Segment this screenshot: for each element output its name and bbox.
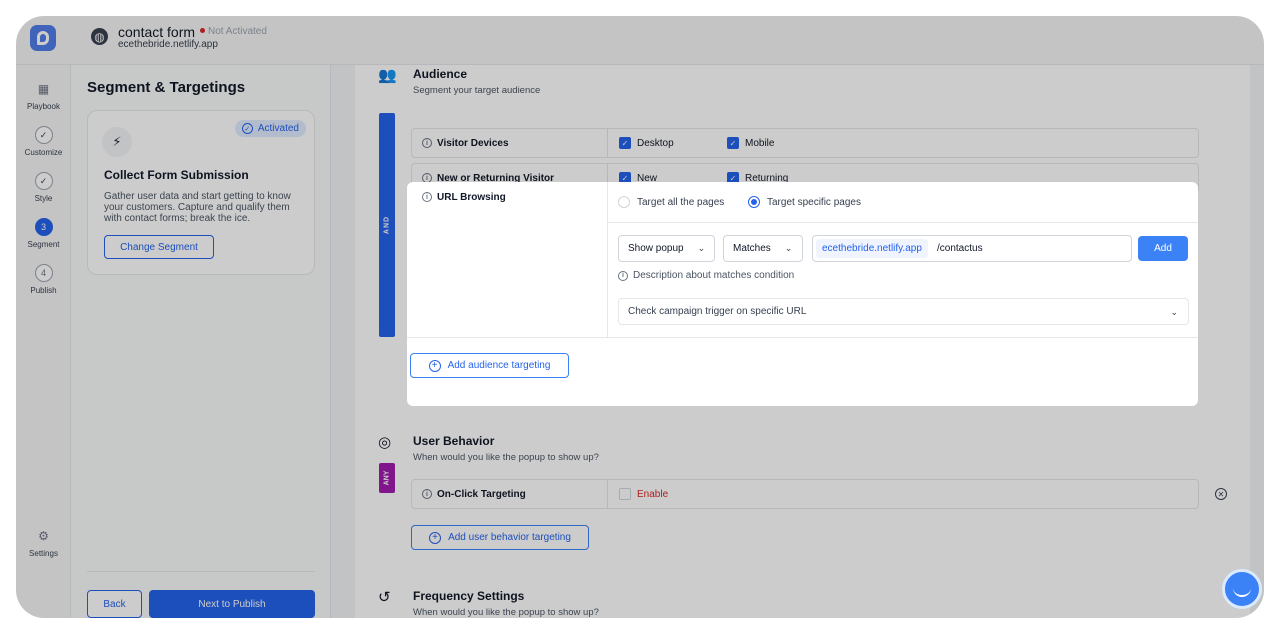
change-segment-button[interactable]: Change Segment: [104, 235, 214, 259]
divider: [87, 571, 315, 572]
checkbox-checked-icon: ✓: [619, 137, 631, 149]
matches-description: i Description about matches condition: [618, 270, 794, 281]
nav-customize[interactable]: ✓ Customize: [16, 126, 71, 157]
mobile-checkbox[interactable]: ✓ Mobile: [727, 129, 774, 157]
plus-circle-icon: +: [429, 531, 442, 544]
nav-label: Customize: [24, 148, 63, 157]
chevron-down-icon: ⌄: [784, 243, 793, 253]
trigger-select[interactable]: Check campaign trigger on specific URL ⌄: [618, 298, 1189, 325]
nav-segment[interactable]: 3 Segment: [16, 218, 71, 249]
audience-subtitle: Segment your target audience: [413, 85, 541, 96]
target-all-radio[interactable]: Target all the pages: [618, 196, 724, 208]
add-behavior-button[interactable]: + Add user behavior targeting: [411, 525, 589, 550]
plus-circle-icon: +: [428, 359, 441, 372]
chevron-down-icon: ⌄: [697, 243, 706, 253]
url-path: /contactus: [937, 243, 983, 254]
add-url-button[interactable]: Add: [1138, 236, 1188, 261]
panel-title: Segment & Targetings: [87, 79, 246, 96]
nav-label: Segment: [27, 240, 60, 249]
info-icon: i: [422, 138, 432, 148]
nav-settings[interactable]: ⚙ Settings: [16, 527, 71, 558]
side-nav: ▦ Playbook ✓ Customize ✓ Style 3 Segment…: [16, 65, 71, 618]
smile-icon: [1233, 588, 1251, 597]
campaign-status: Not Activated: [208, 26, 267, 37]
behavior-title: User Behavior: [413, 434, 495, 448]
campaign-title: contact form: [118, 24, 196, 40]
top-bar: ◍ contact form Not Activated ecethebride…: [16, 16, 1264, 65]
nav-label: Style: [34, 194, 53, 203]
audience-title: Audience: [413, 67, 468, 81]
chat-widget-button[interactable]: [1222, 569, 1262, 609]
nav-label: Settings: [29, 549, 58, 558]
gutter: [331, 65, 355, 618]
nav-style[interactable]: ✓ Style: [16, 172, 71, 203]
segment-title: Collect Form Submission: [104, 168, 249, 182]
check-icon: ✓: [34, 172, 53, 190]
audience-icon: 👥: [378, 67, 397, 84]
info-icon: i: [422, 192, 432, 202]
segment-description: Gather user data and start getting to kn…: [104, 191, 291, 224]
any-operator[interactable]: ANY: [379, 463, 395, 493]
step-number: 3: [34, 218, 53, 236]
site-url: ecethebride.netlify.app: [118, 39, 218, 50]
scrollbar[interactable]: [1250, 65, 1264, 618]
enable-checkbox[interactable]: Enable: [619, 480, 668, 508]
globe-icon: ◍: [91, 28, 108, 45]
add-audience-button[interactable]: + Add audience targeting: [410, 353, 569, 378]
url-input[interactable]: ecethebride.netlify.app /contactus: [812, 235, 1132, 262]
status-dot-icon: [200, 28, 205, 33]
frequency-title: Frequency Settings: [413, 589, 525, 603]
action-select[interactable]: Show popup ⌄: [618, 235, 715, 262]
checkbox-checked-icon: ✓: [727, 137, 739, 149]
lightning-icon: ⚡: [102, 127, 132, 157]
radio-selected-icon: [748, 196, 760, 208]
app-logo[interactable]: [30, 25, 56, 51]
url-prefix: ecethebride.netlify.app: [816, 239, 928, 258]
checkbox-empty-icon: [619, 488, 631, 500]
target-specific-radio[interactable]: Target specific pages: [748, 196, 861, 208]
chevron-down-icon: ⌄: [1170, 307, 1178, 317]
history-icon: ↺: [378, 589, 391, 606]
condition-select[interactable]: Matches ⌄: [723, 235, 803, 262]
segment-panel: Segment & Targetings ⚡ ✓ Activated Colle…: [71, 65, 331, 618]
cursor-click-icon: ◎: [378, 434, 392, 451]
step-number: 4: [34, 264, 53, 282]
grid-icon: ▦: [37, 82, 50, 96]
nav-label: Publish: [30, 286, 57, 295]
remove-icon[interactable]: ✕: [1215, 488, 1227, 500]
visitor-devices-row: i Visitor Devices ✓ Desktop ✓ Mobile: [411, 128, 1199, 158]
info-icon: i: [422, 489, 432, 499]
activated-badge: ✓ Activated: [234, 120, 306, 137]
nav-playbook[interactable]: ▦ Playbook: [16, 80, 71, 111]
check-circle-icon: ✓: [241, 123, 253, 134]
nav-publish[interactable]: 4 Publish: [16, 264, 71, 295]
segment-card: ⚡ ✓ Activated Collect Form Submission Ga…: [87, 110, 315, 275]
badge-label: Activated: [257, 123, 299, 134]
and-operator[interactable]: AND: [379, 113, 395, 337]
row-label: URL Browsing: [437, 192, 506, 203]
row-label: On-Click Targeting: [437, 488, 526, 500]
row-label: Visitor Devices: [437, 137, 509, 149]
next-to-publish-button[interactable]: Next to Publish: [149, 590, 315, 618]
gear-icon: ⚙: [38, 529, 49, 543]
back-button[interactable]: Back: [87, 590, 142, 618]
url-browsing-card: i URL Browsing Target all the pages Targ…: [407, 182, 1198, 406]
behavior-subtitle: When would you like the popup to show up…: [413, 452, 599, 463]
info-icon: i: [618, 270, 628, 281]
check-icon: ✓: [34, 126, 53, 144]
nav-label: Playbook: [27, 102, 60, 111]
desktop-checkbox[interactable]: ✓ Desktop: [619, 129, 674, 157]
on-click-row: i On-Click Targeting Enable: [411, 479, 1199, 509]
frequency-subtitle: When would you like the popup to show up…: [413, 607, 599, 618]
radio-icon: [618, 196, 630, 208]
